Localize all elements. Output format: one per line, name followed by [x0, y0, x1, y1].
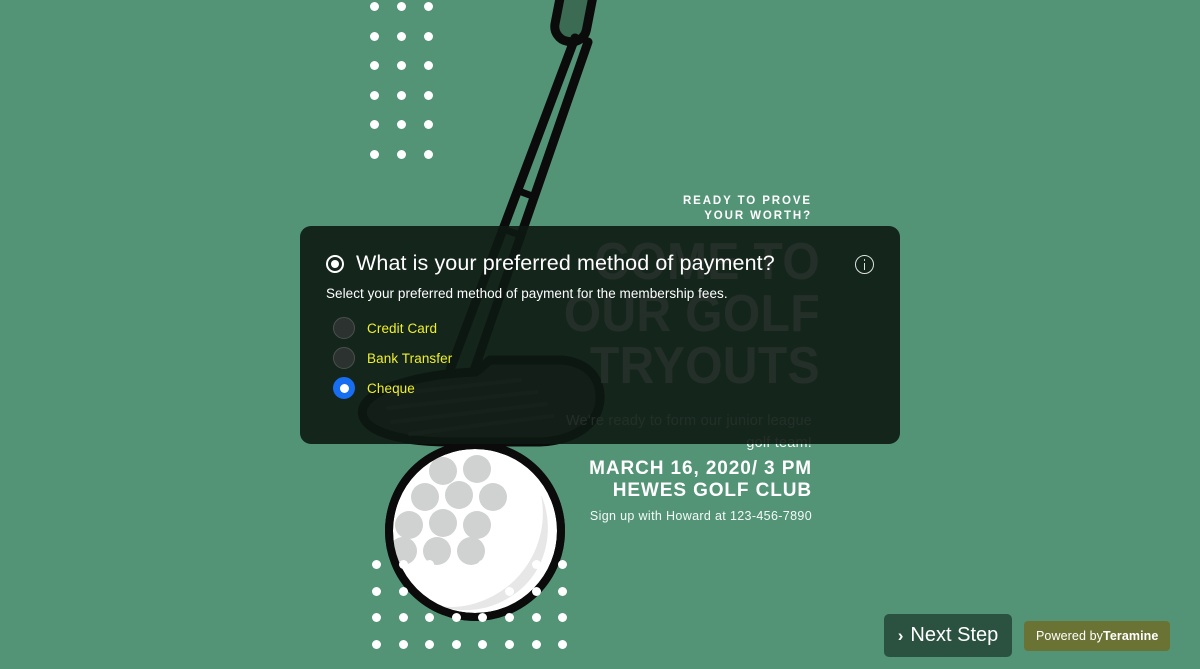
- dot-pattern-bottom: [372, 560, 576, 669]
- pattern-dot: [505, 586, 514, 596]
- poster-venue: HEWES GOLF CLUB: [612, 480, 812, 501]
- option-label: Bank Transfer: [367, 350, 453, 366]
- option-cheque[interactable]: Cheque: [326, 373, 874, 403]
- pattern-dot: [398, 560, 408, 569]
- pattern-dot: [398, 586, 408, 596]
- poster-event-details: MARCH 16, 2020/ 3 PM HEWES GOLF CLUB: [560, 458, 812, 502]
- pattern-dot: [478, 586, 488, 596]
- poster-kicker-line2: YOUR WORTH?: [704, 210, 812, 222]
- info-icon[interactable]: [855, 255, 874, 274]
- pattern-dot: [531, 560, 541, 569]
- pattern-dot: [558, 613, 568, 622]
- pattern-dot: [451, 560, 461, 569]
- pattern-dot: [372, 586, 381, 596]
- pattern-dot: [451, 586, 461, 596]
- pattern-dot: [425, 560, 435, 569]
- pattern-dot: [531, 613, 541, 622]
- next-step-label: Next Step: [910, 624, 999, 646]
- pattern-dot: [451, 613, 461, 622]
- pattern-dot: [558, 639, 568, 649]
- poster-kicker: READY TO PROVE YOUR WORTH?: [620, 194, 812, 224]
- survey-screen: READY TO PROVE YOUR WORTH? COME TO OUR G…: [0, 0, 1200, 669]
- question-header: What is your preferred method of payment…: [326, 248, 874, 278]
- option-label: Credit Card: [367, 320, 438, 336]
- question-description: Select your preferred method of payment …: [326, 286, 728, 301]
- pattern-dot: [425, 613, 435, 622]
- info-icon-dot: [863, 259, 866, 261]
- pattern-dot: [398, 613, 408, 622]
- option-credit-card[interactable]: Credit Card: [326, 313, 874, 343]
- pattern-dot: [372, 613, 381, 622]
- question-title: What is your preferred method of payment…: [356, 251, 775, 275]
- pattern-dot: [505, 639, 514, 649]
- pattern-dot: [558, 560, 568, 569]
- pattern-dot: [478, 613, 488, 622]
- pattern-dot: [398, 639, 408, 649]
- chevron-right-icon: ›: [897, 626, 904, 645]
- radio-button-icon: [326, 255, 344, 273]
- poster-kicker-line1: READY TO PROVE: [682, 195, 812, 207]
- powered-by-brand: Teramine: [1103, 629, 1159, 643]
- pattern-dot: [425, 639, 435, 649]
- poster-signup-text: Sign up with Howard at 123-456-7890: [589, 509, 812, 523]
- option-label: Cheque: [367, 380, 415, 396]
- next-step-button[interactable]: › Next Step: [884, 614, 1012, 657]
- pattern-dot: [505, 560, 514, 569]
- pattern-dot: [451, 639, 461, 649]
- option-radio-icon[interactable]: [333, 377, 355, 399]
- pattern-dot: [531, 639, 541, 649]
- option-radio-icon[interactable]: [333, 347, 355, 369]
- pattern-dot: [478, 560, 488, 569]
- powered-by-badge[interactable]: Powered by Teramine: [1024, 621, 1171, 651]
- powered-by-prefix: Powered by: [1036, 629, 1104, 643]
- pattern-dot: [531, 586, 541, 596]
- pattern-dot: [425, 586, 435, 596]
- option-bank-transfer[interactable]: Bank Transfer: [326, 343, 874, 373]
- pattern-dot: [372, 639, 381, 649]
- info-icon-stem: [863, 263, 866, 270]
- question-modal: What is your preferred method of payment…: [300, 226, 900, 444]
- poster-date: MARCH 16, 2020/ 3 PM: [589, 458, 812, 479]
- pattern-dot: [505, 613, 514, 622]
- pattern-dot: [558, 586, 568, 596]
- option-radio-icon[interactable]: [333, 317, 355, 339]
- pattern-dot: [372, 560, 381, 569]
- payment-method-options: Credit Card Bank Transfer Cheque: [326, 313, 874, 403]
- pattern-dot: [478, 639, 488, 649]
